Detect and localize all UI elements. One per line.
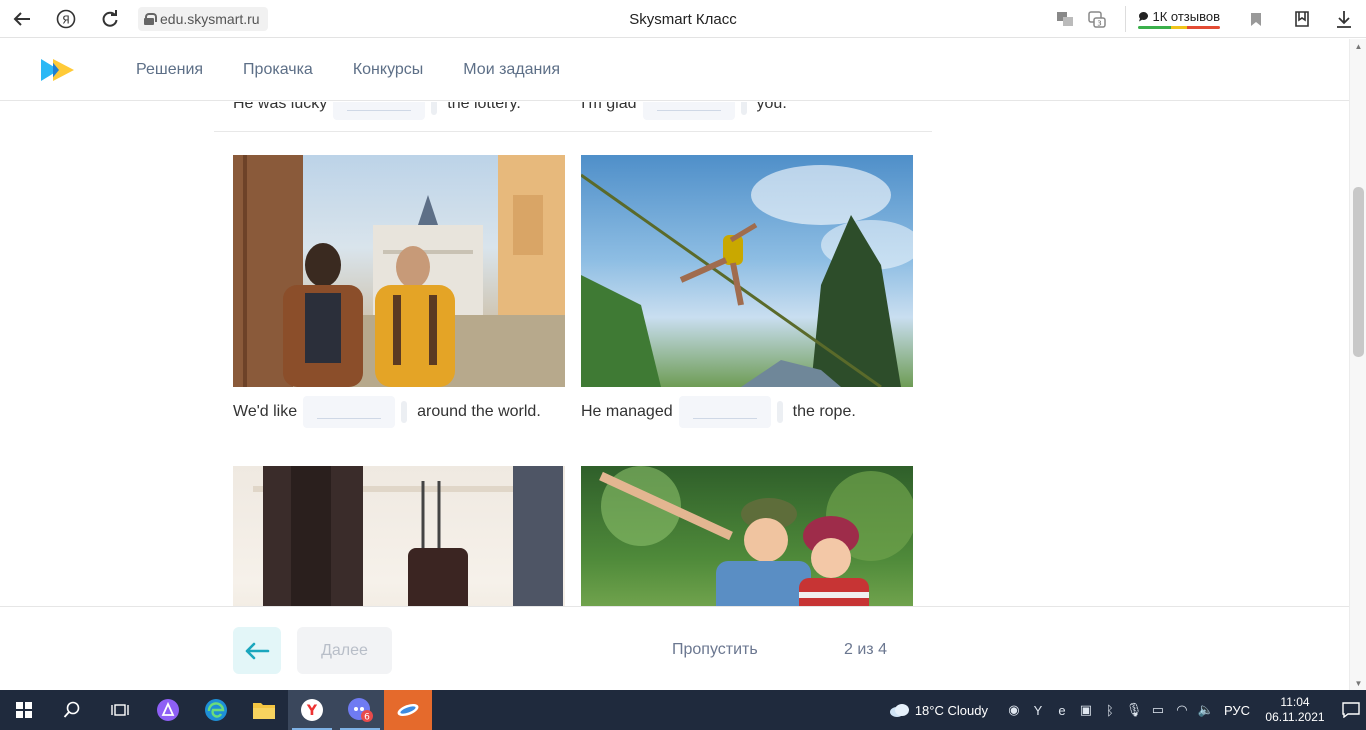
tabs-icon[interactable]: 3 xyxy=(1081,0,1113,38)
wifi-icon[interactable]: ◠ xyxy=(1170,690,1194,730)
cloud-icon xyxy=(885,690,915,730)
edge-icon[interactable] xyxy=(192,690,240,730)
reviews-badge[interactable]: 1К отзывов xyxy=(1125,6,1226,32)
alice-app-icon[interactable] xyxy=(144,690,192,730)
weather-text[interactable]: 18°C Cloudy xyxy=(915,703,988,718)
yandex-icon[interactable]: Я xyxy=(44,0,88,38)
address-bar[interactable]: edu.skysmart.ru xyxy=(138,6,268,31)
search-icon[interactable] xyxy=(48,690,96,730)
clock-date: 06.11.2021 xyxy=(1265,710,1325,724)
windows-taskbar: Y 6 18°C Cloudy ◉ Y e ▣ ᛒ 🎙 ▭ ◠ 🔈 РУС 11… xyxy=(0,690,1366,730)
skysmart-logo-icon[interactable] xyxy=(41,57,75,83)
sentence-text: He managed xyxy=(581,403,673,420)
drag-handle[interactable] xyxy=(740,102,747,115)
drag-handle[interactable] xyxy=(776,401,783,423)
bluetooth-icon[interactable]: ᛒ xyxy=(1098,690,1122,730)
exercise-card-travel: We'd like around the world. xyxy=(233,155,565,428)
answer-drop-slot[interactable] xyxy=(303,396,396,428)
svg-text:Я: Я xyxy=(62,13,70,26)
arrow-left-icon xyxy=(245,642,270,659)
main-nav: Решения Прокачка Конкурсы Мои задания xyxy=(136,61,600,79)
system-clock[interactable]: 11:04 06.11.2021 xyxy=(1254,695,1336,725)
lock-icon xyxy=(144,12,157,25)
scroll-thumb[interactable] xyxy=(1353,187,1364,357)
sentence-text: We'd like xyxy=(233,403,298,420)
answer-drop-slot[interactable] xyxy=(333,102,426,120)
scroll-down-icon[interactable]: ▼ xyxy=(1350,676,1366,690)
exercise-card-suitcase xyxy=(233,466,565,606)
nav-my-tasks[interactable]: Мои задания xyxy=(463,61,560,79)
page-counter: 2 из 4 xyxy=(844,641,887,658)
sentence-lottery: He was lucky the lottery. xyxy=(233,102,521,120)
discord-icon[interactable]: 6 xyxy=(336,690,384,730)
nvidia-icon[interactable]: ▣ xyxy=(1074,690,1098,730)
collections-icon[interactable] xyxy=(1286,0,1318,38)
browser-actions: 3 1К отзывов xyxy=(1049,0,1366,38)
page-scrollbar[interactable]: ▲ ▼ xyxy=(1349,39,1366,690)
yandex-browser-icon[interactable]: Y xyxy=(288,690,336,730)
sentence-text: the lottery. xyxy=(447,102,521,112)
answer-drop-slot[interactable] xyxy=(642,102,735,120)
clock-time: 11:04 xyxy=(1280,695,1310,709)
download-icon[interactable] xyxy=(1328,0,1360,38)
suitcase-photo xyxy=(233,466,565,606)
notifications-icon[interactable] xyxy=(1336,690,1366,730)
speech-bubble-icon xyxy=(1139,12,1149,22)
sentence-text: you. xyxy=(756,102,787,112)
exercise-footer: Далее Пропустить 2 из 4 xyxy=(0,606,1349,690)
nav-training[interactable]: Прокачка xyxy=(243,61,313,79)
skip-link[interactable]: Пропустить xyxy=(672,641,758,659)
sentence-text: the rope. xyxy=(792,403,856,420)
reviews-label: 1К отзывов xyxy=(1152,9,1220,24)
task-view-icon[interactable] xyxy=(96,690,144,730)
back-arrow-icon[interactable] xyxy=(0,0,44,38)
volume-icon[interactable]: 🔈 xyxy=(1194,690,1218,730)
language-indicator[interactable]: РУС xyxy=(1224,703,1250,718)
gamepad-icon[interactable]: ◉ xyxy=(1002,690,1026,730)
sentence-text: He was lucky xyxy=(233,102,328,112)
slackline-photo xyxy=(581,155,913,387)
answer-drop-slot[interactable] xyxy=(678,396,771,428)
yandex-tray-icon[interactable]: Y xyxy=(1026,690,1050,730)
kids-photo xyxy=(581,466,913,606)
microphone-icon[interactable]: 🎙 xyxy=(1122,690,1146,730)
nav-solutions[interactable]: Решения xyxy=(136,61,203,79)
svg-text:6: 6 xyxy=(364,713,370,723)
sentence-glad: I'm glad you. xyxy=(581,102,787,120)
exercise-card-kids xyxy=(581,466,913,606)
scroll-up-icon[interactable]: ▲ xyxy=(1350,39,1366,53)
system-tray: 18°C Cloudy ◉ Y e ▣ ᛒ 🎙 ▭ ◠ 🔈 РУС 11:04 … xyxy=(885,690,1366,730)
travelers-photo xyxy=(233,155,565,387)
sentence-text: around the world. xyxy=(417,403,541,420)
site-header: Решения Прокачка Конкурсы Мои задания xyxy=(0,39,1349,101)
sentence-text: I'm glad xyxy=(581,102,637,112)
drag-handle[interactable] xyxy=(401,401,408,423)
url-text: edu.skysmart.ru xyxy=(160,10,260,27)
exercise-card-rope: He managed the rope. xyxy=(581,155,913,428)
file-explorer-icon[interactable] xyxy=(240,690,288,730)
nav-contests[interactable]: Конкурсы xyxy=(353,61,423,79)
active-app-icon[interactable] xyxy=(384,690,432,730)
sentence-around-world: We'd like around the world. xyxy=(233,396,565,428)
reviews-rating-bar xyxy=(1138,26,1220,29)
translate-icon[interactable] xyxy=(1049,0,1081,38)
svg-text:3: 3 xyxy=(1098,20,1102,28)
svg-text:Y: Y xyxy=(306,703,318,719)
edge-tray-icon[interactable]: e xyxy=(1050,690,1074,730)
bookmark-icon[interactable] xyxy=(1240,0,1272,38)
battery-icon[interactable]: ▭ xyxy=(1146,690,1170,730)
exercise-content: He was lucky the lottery. I'm glad you. xyxy=(0,102,1349,606)
reload-icon[interactable] xyxy=(88,0,132,38)
next-button[interactable]: Далее xyxy=(297,627,392,674)
previous-sentences-row: He was lucky the lottery. I'm glad you. xyxy=(214,102,932,132)
drag-handle[interactable] xyxy=(431,102,438,115)
sentence-the-rope: He managed the rope. xyxy=(581,396,913,428)
windows-start-icon[interactable] xyxy=(0,690,48,730)
back-button[interactable] xyxy=(233,627,281,674)
